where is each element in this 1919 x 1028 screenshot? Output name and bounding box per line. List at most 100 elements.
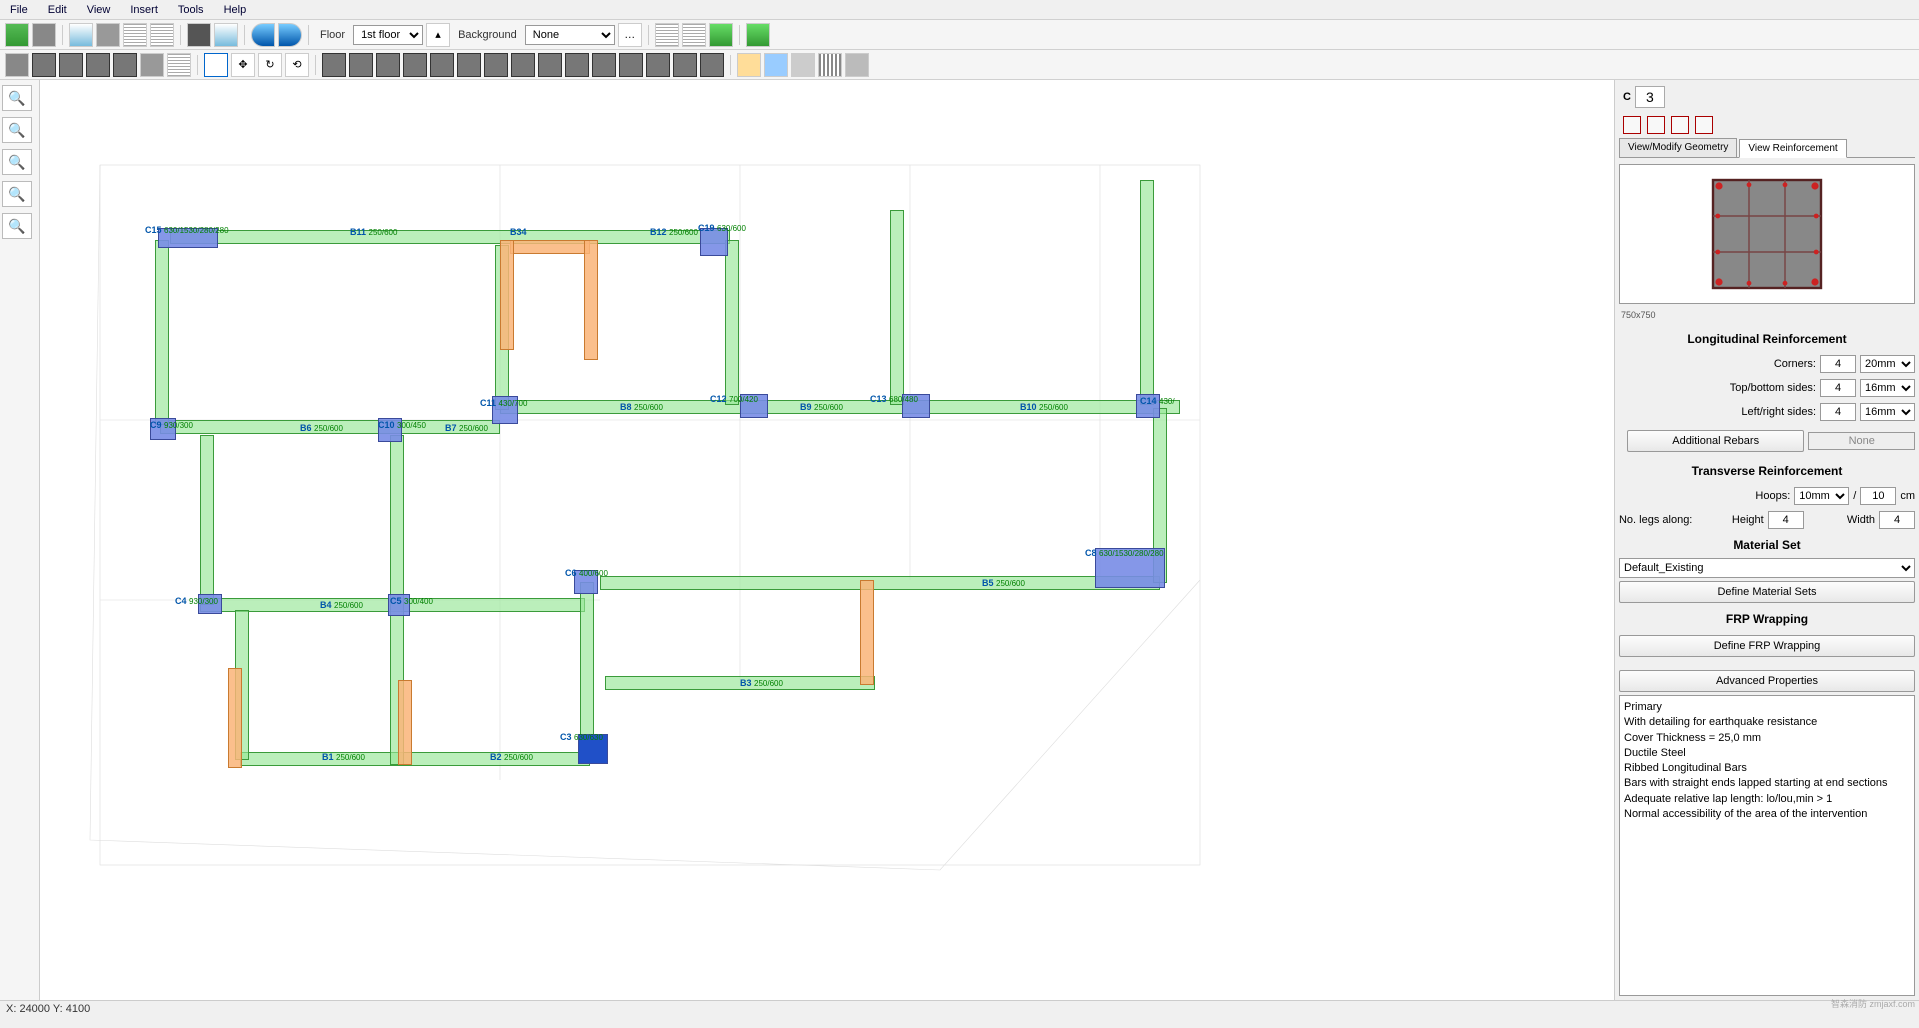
beam[interactable]	[155, 240, 169, 425]
corners-input[interactable]	[1820, 355, 1856, 373]
ref-settings-button[interactable]	[140, 53, 164, 77]
section-rect-button[interactable]	[322, 53, 346, 77]
stairs-button[interactable]	[818, 53, 842, 77]
ref-grid-button[interactable]	[167, 53, 191, 77]
beam[interactable]	[240, 752, 590, 766]
zoom-out-button[interactable]: 🔍	[2, 117, 32, 143]
orient-3-icon[interactable]	[1671, 116, 1689, 134]
beam[interactable]	[170, 230, 730, 244]
redo-button[interactable]	[278, 23, 302, 47]
section-Z-button[interactable]	[619, 53, 643, 77]
wall[interactable]	[860, 580, 874, 685]
beam[interactable]	[890, 210, 904, 405]
slab1-button[interactable]	[737, 53, 761, 77]
wall[interactable]	[398, 680, 412, 765]
save-button[interactable]	[5, 23, 29, 47]
additional-rebars-button[interactable]: Additional Rebars	[1627, 430, 1805, 452]
hoops-spacing-input[interactable]	[1860, 487, 1896, 505]
move-tool[interactable]: ✥	[231, 53, 255, 77]
new-project-button[interactable]	[69, 23, 93, 47]
section-T2-button[interactable]	[484, 53, 508, 77]
tab-reinforcement[interactable]: View Reinforcement	[1739, 139, 1846, 158]
menu-insert[interactable]: Insert	[120, 2, 168, 17]
snap-button[interactable]	[150, 23, 174, 47]
beam[interactable]	[600, 576, 1160, 590]
section-circle-button[interactable]	[646, 53, 670, 77]
slab2-button[interactable]	[764, 53, 788, 77]
slab3-button[interactable]	[791, 53, 815, 77]
legs-w-input[interactable]	[1879, 511, 1915, 529]
wall[interactable]	[500, 240, 514, 350]
wall[interactable]	[510, 240, 590, 254]
export-dwg-button[interactable]	[32, 23, 56, 47]
column-id-input[interactable]	[1635, 86, 1665, 108]
element-label: B34	[510, 227, 527, 237]
background-select[interactable]: None	[525, 25, 615, 45]
lr-input[interactable]	[1820, 403, 1856, 421]
section-T3-button[interactable]	[538, 53, 562, 77]
beam[interactable]	[725, 240, 739, 405]
view-mode-2-button[interactable]	[682, 23, 706, 47]
tb-dia-select[interactable]: 16mm	[1860, 379, 1915, 397]
legs-h-input[interactable]	[1768, 511, 1804, 529]
section-custom-button[interactable]	[700, 53, 724, 77]
print-button[interactable]	[187, 23, 211, 47]
section-L1-button[interactable]	[349, 53, 373, 77]
orient-1-icon[interactable]	[1623, 116, 1641, 134]
orient-2-icon[interactable]	[1647, 116, 1665, 134]
background-label: Background	[453, 29, 522, 41]
rotate-tool[interactable]: ↻	[258, 53, 282, 77]
validate-button[interactable]	[709, 23, 733, 47]
zoom-previous-button[interactable]: 🔍	[2, 213, 32, 239]
ref3-button[interactable]	[86, 53, 110, 77]
section-L3-button[interactable]	[403, 53, 427, 77]
report-button[interactable]	[214, 23, 238, 47]
menu-edit[interactable]: Edit	[38, 2, 77, 17]
background-edit-button[interactable]: …	[618, 23, 642, 47]
undo-button[interactable]	[251, 23, 275, 47]
settings-button[interactable]	[96, 23, 120, 47]
foundation-button[interactable]	[845, 53, 869, 77]
zoom-extents-button[interactable]: 🔍	[2, 181, 32, 207]
orient-4-icon[interactable]	[1695, 116, 1713, 134]
select-tool[interactable]	[204, 53, 228, 77]
menu-view[interactable]: View	[77, 2, 121, 17]
section-T1-button[interactable]	[457, 53, 481, 77]
tb-input[interactable]	[1820, 379, 1856, 397]
floorplan-canvas[interactable]: C15 630/1530/280/280C19 630/600C9 930/30…	[40, 80, 1614, 1000]
mirror-tool[interactable]: ⟲	[285, 53, 309, 77]
lr-dia-select[interactable]: 16mm	[1860, 403, 1915, 421]
menu-tools[interactable]: Tools	[168, 2, 214, 17]
section-X-button[interactable]	[592, 53, 616, 77]
floor-select[interactable]: 1st floor	[353, 25, 423, 45]
material-select[interactable]: Default_Existing	[1619, 558, 1915, 578]
beam[interactable]	[1140, 180, 1154, 405]
hoops-dia-select[interactable]: 10mm	[1794, 487, 1849, 505]
section-L4-button[interactable]	[430, 53, 454, 77]
advanced-properties-button[interactable]: Advanced Properties	[1619, 670, 1915, 692]
define-frp-button[interactable]: Define FRP Wrapping	[1619, 635, 1915, 657]
section-poly-button[interactable]	[673, 53, 697, 77]
import-dwg-button[interactable]	[5, 53, 29, 77]
menu-file[interactable]: File	[0, 2, 38, 17]
wall[interactable]	[228, 668, 242, 768]
corners-dia-select[interactable]: 20mm	[1860, 355, 1915, 373]
ref4-button[interactable]	[113, 53, 137, 77]
zoom-window-button[interactable]: 🔍	[2, 149, 32, 175]
grid-button[interactable]	[123, 23, 147, 47]
wall[interactable]	[584, 240, 598, 360]
section-I-button[interactable]	[565, 53, 589, 77]
section-U-button[interactable]	[511, 53, 535, 77]
info-line: Cover Thickness = 25,0 mm	[1624, 731, 1910, 745]
view-mode-1-button[interactable]	[655, 23, 679, 47]
define-materials-button[interactable]: Define Material Sets	[1619, 581, 1915, 603]
floor-up-button[interactable]: ▴	[426, 23, 450, 47]
beam[interactable]	[200, 435, 214, 605]
run-button[interactable]	[746, 23, 770, 47]
zoom-in-button[interactable]: 🔍	[2, 85, 32, 111]
tab-geometry[interactable]: View/Modify Geometry	[1619, 138, 1737, 157]
ref1-button[interactable]	[32, 53, 56, 77]
ref2-button[interactable]	[59, 53, 83, 77]
menu-help[interactable]: Help	[214, 2, 257, 17]
section-L2-button[interactable]	[376, 53, 400, 77]
